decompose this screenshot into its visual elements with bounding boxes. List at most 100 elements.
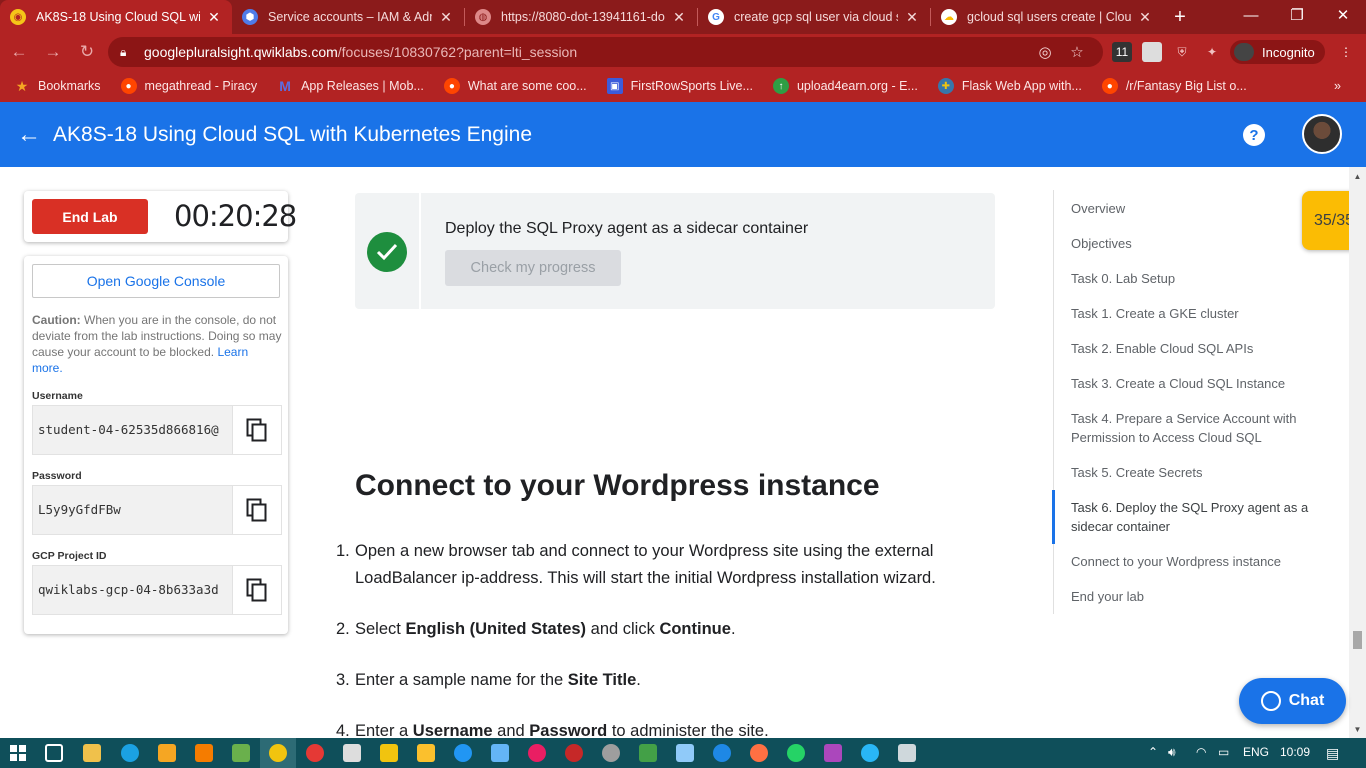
toc-item-task-1[interactable]: Task 1. Create a GKE cluster bbox=[1071, 304, 1321, 323]
open-google-console-button[interactable]: Open Google Console bbox=[32, 264, 280, 298]
app-icon[interactable] bbox=[454, 744, 472, 762]
avatar[interactable] bbox=[1302, 114, 1342, 154]
clock[interactable]: 10:09 bbox=[1280, 745, 1310, 759]
tab-close-icon[interactable]: ✕ bbox=[1137, 9, 1153, 26]
tray-chevron-icon[interactable]: ⌃ bbox=[1148, 745, 1158, 759]
restore-icon[interactable]: ❐ bbox=[1274, 0, 1320, 30]
browser-tab-iam[interactable]: ⬢ Service accounts – IAM & Adm ✕ bbox=[232, 0, 464, 34]
toc-item-end-lab[interactable]: End your lab bbox=[1071, 587, 1321, 606]
whatsapp-icon[interactable] bbox=[787, 744, 805, 762]
tab-close-icon[interactable]: ✕ bbox=[438, 9, 454, 26]
tracking-blocked-eye-icon[interactable]: ◎ bbox=[1036, 43, 1054, 61]
toc-item-connect[interactable]: Connect to your Wordpress instance bbox=[1071, 552, 1321, 571]
progress-check-box: Deploy the SQL Proxy agent as a sidecar … bbox=[355, 193, 995, 309]
app-icon[interactable] bbox=[380, 744, 398, 762]
tab-close-icon[interactable]: ✕ bbox=[671, 9, 687, 26]
scroll-up-icon[interactable]: ▲ bbox=[1349, 169, 1366, 183]
username-field[interactable]: student-04-62535d866816@ bbox=[32, 405, 282, 455]
bookmark-item[interactable]: M App Releases | Mob... bbox=[277, 78, 424, 94]
back-arrow-icon[interactable]: ← bbox=[4, 37, 34, 67]
toc-item-task-3[interactable]: Task 3. Create a Cloud SQL Instance bbox=[1071, 374, 1321, 393]
media-player-icon[interactable] bbox=[158, 744, 176, 762]
password-value[interactable]: L5y9yGfdFBw bbox=[38, 502, 230, 517]
browser-tab-wordpress[interactable]: ◍ https://8080-dot-13941161-do ✕ bbox=[465, 0, 697, 34]
toc-item-task-2[interactable]: Task 2. Enable Cloud SQL APIs bbox=[1071, 339, 1321, 358]
copy-password-button[interactable] bbox=[232, 486, 281, 534]
notifications-icon[interactable]: ▤ bbox=[1326, 745, 1339, 762]
project-id-field[interactable]: qwiklabs-gcp-04-8b633a3d bbox=[32, 565, 282, 615]
file-explorer-icon[interactable] bbox=[83, 744, 101, 762]
page-scrollbar[interactable]: ▲ ▼ bbox=[1349, 167, 1366, 738]
browser-tab-google-search[interactable]: G create gcp sql user via cloud sh ✕ bbox=[698, 0, 930, 34]
toc-item-task-6[interactable]: Task 6. Deploy the SQL Proxy agent as a … bbox=[1071, 498, 1321, 536]
copy-username-button[interactable] bbox=[232, 406, 281, 454]
tab-close-icon[interactable]: ✕ bbox=[904, 9, 920, 26]
app-icon[interactable] bbox=[750, 744, 768, 762]
app-icon[interactable] bbox=[602, 744, 620, 762]
toc-item-task-0[interactable]: Task 0. Lab Setup bbox=[1071, 269, 1321, 288]
browser-tab-gcloud-docs[interactable]: ☁ gcloud sql users create | Clou ✕ bbox=[931, 0, 1163, 34]
task-view-icon[interactable] bbox=[45, 744, 63, 762]
app-icon[interactable] bbox=[528, 744, 546, 762]
check-my-progress-button[interactable]: Check my progress bbox=[445, 250, 621, 286]
chat-button[interactable]: Chat bbox=[1239, 678, 1346, 724]
edge-icon[interactable] bbox=[121, 744, 139, 762]
forward-arrow-icon[interactable]: → bbox=[38, 37, 68, 67]
battery-icon[interactable]: ▭ bbox=[1218, 745, 1229, 759]
scroll-down-icon[interactable]: ▼ bbox=[1349, 722, 1366, 736]
language-indicator[interactable]: ENG bbox=[1243, 745, 1269, 759]
username-value[interactable]: student-04-62535d866816@ bbox=[38, 422, 230, 437]
bookmark-item[interactable]: ●/r/Fantasy Big List o... bbox=[1101, 78, 1247, 94]
end-lab-button[interactable]: End Lab bbox=[32, 199, 148, 234]
app-icon[interactable] bbox=[343, 744, 361, 762]
toc-item-objectives[interactable]: Objectives bbox=[1071, 234, 1321, 253]
shield-extension-icon[interactable]: ⛨ bbox=[1172, 42, 1192, 62]
app-icon[interactable] bbox=[639, 744, 657, 762]
project-id-value[interactable]: qwiklabs-gcp-04-8b633a3d bbox=[38, 582, 230, 597]
toc-item-task-5[interactable]: Task 5. Create Secrets bbox=[1071, 463, 1321, 482]
windows-start-icon[interactable] bbox=[10, 745, 26, 761]
bookmark-star-icon[interactable]: ☆ bbox=[1068, 43, 1086, 61]
address-bar[interactable]: 🔒︎ googlepluralsight.qwiklabs.com/focuse… bbox=[108, 37, 1103, 67]
help-icon[interactable]: ? bbox=[1243, 124, 1265, 146]
volume-icon[interactable]: 🔊︎ bbox=[1168, 745, 1176, 760]
browser-menu-icon[interactable]: ⋮ bbox=[1336, 42, 1356, 62]
toc-item-overview[interactable]: Overview bbox=[1071, 199, 1321, 218]
bookmarks-overflow-icon[interactable]: » bbox=[1334, 79, 1341, 93]
opera-icon[interactable] bbox=[306, 744, 324, 762]
browser-tab-lab[interactable]: ◉ AK8S-18 Using Cloud SQL with ✕ bbox=[0, 0, 232, 34]
incognito-indicator[interactable]: Incognito bbox=[1230, 40, 1325, 64]
minimize-icon[interactable]: ― bbox=[1228, 0, 1274, 30]
app-icon[interactable] bbox=[565, 744, 583, 762]
toc-item-task-4[interactable]: Task 4. Prepare a Service Account with P… bbox=[1071, 409, 1321, 447]
app-icon[interactable] bbox=[824, 744, 842, 762]
app-icon[interactable] bbox=[417, 744, 435, 762]
bookmark-item[interactable]: ▣ FirstRowSports Live... bbox=[606, 78, 753, 94]
extension-badge-icon[interactable]: 11 bbox=[1112, 42, 1132, 62]
app-icon[interactable] bbox=[232, 744, 250, 762]
bookmark-item[interactable]: ↑ upload4earn.org - E... bbox=[772, 78, 918, 94]
bookmark-item[interactable]: ★ Bookmarks bbox=[14, 78, 101, 94]
new-tab-icon[interactable]: + bbox=[1163, 0, 1197, 34]
bookmark-item[interactable]: ● megathread - Piracy bbox=[120, 78, 257, 94]
bookmark-item[interactable]: ✚ Flask Web App with... bbox=[937, 78, 1082, 94]
password-field[interactable]: L5y9yGfdFBw bbox=[32, 485, 282, 535]
scrollbar-thumb[interactable] bbox=[1353, 631, 1362, 649]
bookmark-item[interactable]: ● What are some coo... bbox=[443, 78, 587, 94]
back-arrow-icon[interactable]: ← bbox=[17, 121, 41, 149]
window-close-icon[interactable]: ✕ bbox=[1320, 0, 1366, 30]
reddit-icon: ● bbox=[120, 78, 137, 94]
app-icon[interactable] bbox=[713, 744, 731, 762]
copy-project-id-button[interactable] bbox=[232, 566, 281, 614]
vlc-icon[interactable] bbox=[195, 744, 213, 762]
extensions-puzzle-icon[interactable]: ✦ bbox=[1202, 42, 1222, 62]
notepad-icon[interactable] bbox=[898, 744, 916, 762]
chrome-icon[interactable] bbox=[269, 744, 287, 762]
app-icon[interactable] bbox=[676, 744, 694, 762]
tab-close-icon[interactable]: ✕ bbox=[206, 9, 222, 26]
app-icon[interactable] bbox=[861, 744, 879, 762]
reload-icon[interactable]: ↻ bbox=[72, 37, 102, 67]
wifi-icon[interactable]: ◠ bbox=[1196, 745, 1206, 759]
extension-puzzle-box-icon[interactable] bbox=[1142, 42, 1162, 62]
app-icon[interactable] bbox=[491, 744, 509, 762]
